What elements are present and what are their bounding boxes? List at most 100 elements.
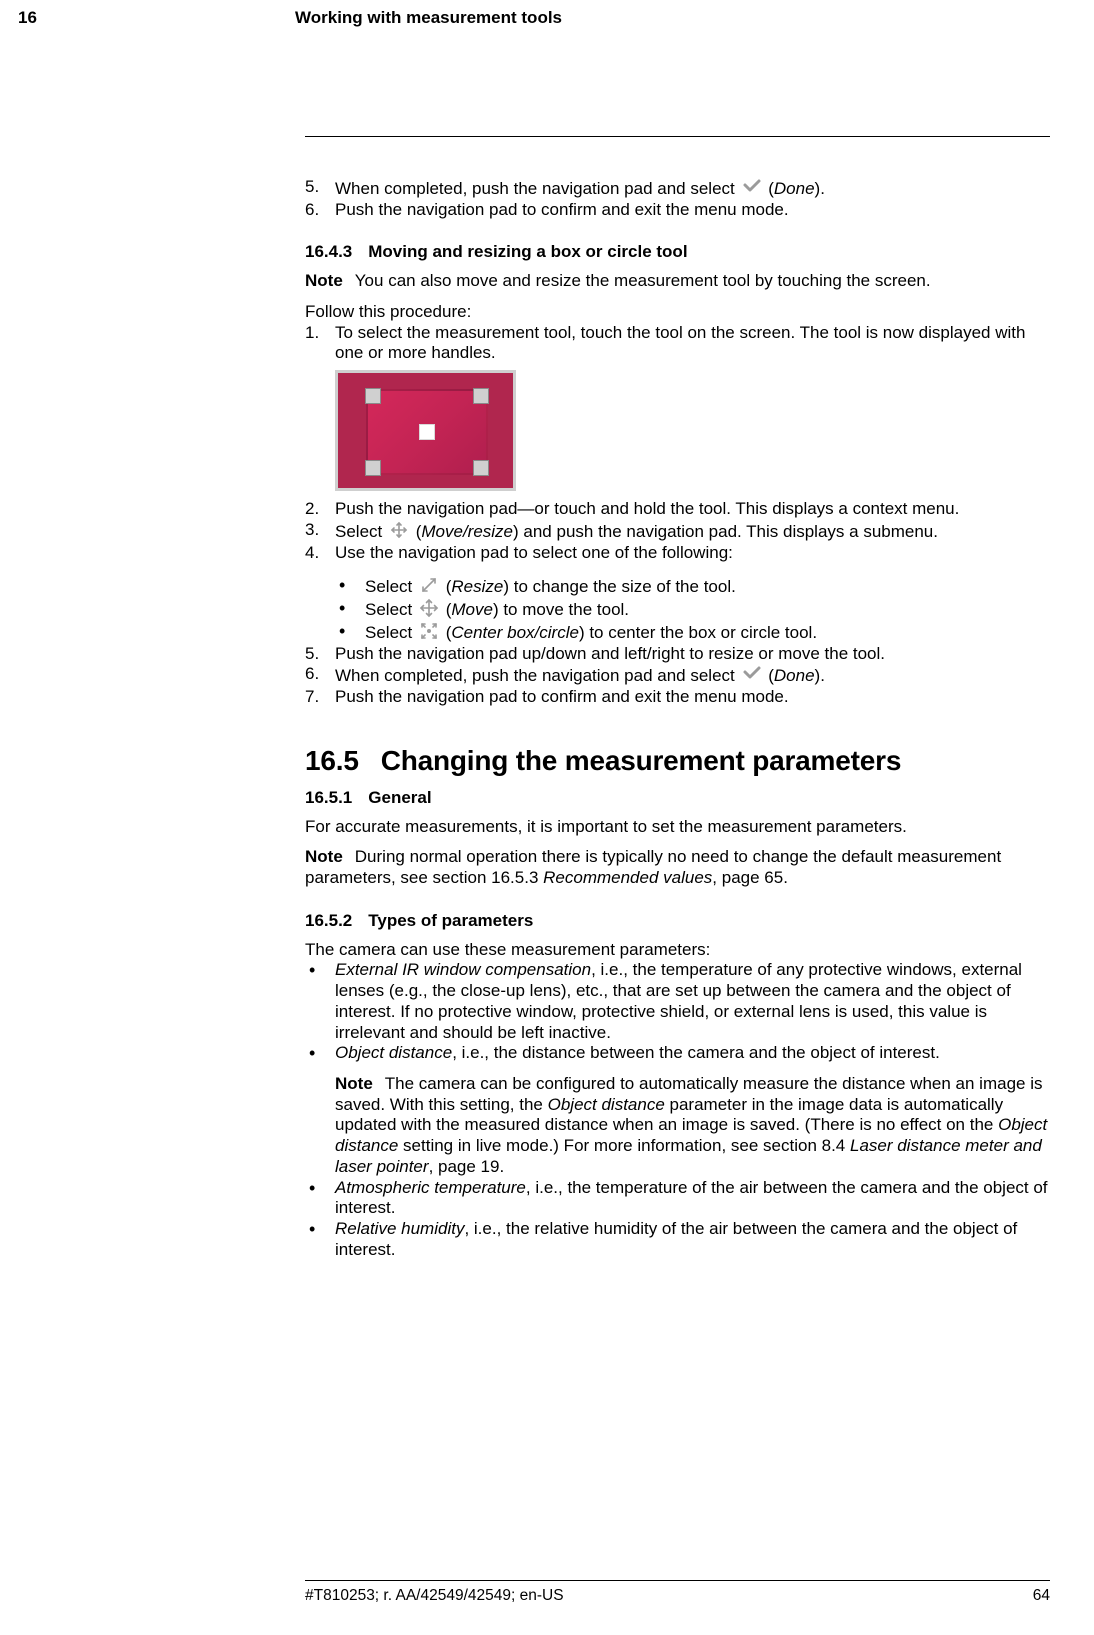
paren-open: (	[411, 522, 421, 541]
note-label: Note	[305, 271, 343, 290]
object-distance-note: NoteThe camera can be configured to auto…	[335, 1074, 1050, 1178]
step-number: 6.	[305, 200, 331, 221]
step-text: Push the navigation pad—or touch and hol…	[335, 499, 959, 518]
od-name: Object distance	[548, 1095, 665, 1114]
procedure-continuation: 5. When completed, push the navigation p…	[305, 177, 1050, 220]
step-4: 4. Use the navigation pad to select one …	[305, 543, 1050, 644]
doc-id: #T810253; r. AA/42549/42549; en-US	[305, 1587, 564, 1605]
section-title: Changing the measurement parameters	[381, 745, 902, 776]
recommended-values: Recommended values	[543, 868, 712, 887]
center-icon	[419, 621, 439, 641]
param-external-ir: External IR window compensation, i.e., t…	[305, 960, 1050, 1043]
subsection-number: 16.5.2	[305, 911, 352, 930]
subsection-title: General	[368, 788, 431, 807]
handle-center	[419, 424, 435, 440]
opt-post: ) to change the size of the tool.	[503, 577, 735, 596]
step-7: 7. Push the navigation pad to confirm an…	[305, 687, 1050, 708]
option-center: Select (Center box/circle) to center the…	[335, 621, 1050, 644]
paren-open: (	[441, 623, 451, 642]
params-intro: The camera can use these measurement par…	[305, 940, 1050, 961]
measurement-box-figure	[335, 370, 516, 491]
option-move: Select (Move) to move the tool.	[335, 598, 1050, 621]
note-label: Note	[305, 847, 343, 866]
move-resize-icon	[389, 520, 409, 540]
checkmark-down-icon	[742, 177, 762, 197]
move-label: Move	[451, 600, 493, 619]
step-number: 3.	[305, 520, 331, 541]
subsection-number: 16.4.3	[305, 242, 352, 261]
handle-bottom-right	[473, 460, 489, 476]
param-object-distance: Object distance, i.e., the distance betw…	[305, 1043, 1050, 1177]
checkmark-down-icon	[742, 664, 762, 684]
follow-procedure: Follow this procedure:	[305, 302, 1050, 323]
step-2: 2. Push the navigation pad—or touch and …	[305, 499, 1050, 520]
step-6b: 6. When completed, push the navigation p…	[305, 664, 1050, 687]
move-resize-label: Move/resize	[421, 522, 513, 541]
paren-close: ).	[815, 179, 825, 198]
step-3: 3. Select (Move/resize) and push the nav…	[305, 520, 1050, 543]
subsection-title: Types of parameters	[368, 911, 533, 930]
figure-inner-box	[366, 389, 488, 475]
step-text: Push the navigation pad up/down and left…	[335, 644, 885, 663]
param-atmospheric-temp: Atmospheric temperature, i.e., the tempe…	[305, 1178, 1050, 1219]
subsection-16-4-3: 16.4.3 Moving and resizing a box or circl…	[305, 242, 1050, 263]
handle-bottom-left	[365, 460, 381, 476]
footer-rule	[305, 1580, 1050, 1581]
opt-pre: Select	[365, 600, 417, 619]
done-label: Done	[774, 179, 815, 198]
subsection-title: Moving and resizing a box or circle tool	[368, 242, 687, 261]
resize-arrow-icon	[419, 575, 439, 595]
paren-open: (	[441, 577, 451, 596]
paren-open: (	[764, 666, 774, 685]
param-name: External IR window compensation	[335, 960, 591, 979]
opt-pre: Select	[365, 623, 417, 642]
step-text: To select the measurement tool, touch th…	[335, 323, 1025, 363]
step-1: 1. To select the measurement tool, touch…	[305, 323, 1050, 491]
step-number: 1.	[305, 323, 331, 344]
param-desc: , i.e., the distance between the camera …	[452, 1043, 940, 1062]
step-text: Use the navigation pad to select one of …	[335, 543, 733, 562]
note-label: Note	[335, 1074, 373, 1093]
param-relative-humidity: Relative humidity, i.e., the relative hu…	[305, 1219, 1050, 1260]
step-number: 5.	[305, 644, 331, 665]
param-name: Relative humidity	[335, 1219, 464, 1238]
move-arrows-icon	[419, 598, 439, 618]
param-name: Object distance	[335, 1043, 452, 1062]
paren-close: ).	[815, 666, 825, 685]
note-e: setting in live mode.) For more informat…	[398, 1136, 850, 1155]
top-rule	[305, 136, 1050, 137]
subsection-16-5-1: 16.5.1 General	[305, 788, 1050, 809]
subsection-number: 16.5.1	[305, 788, 352, 807]
step-text-pre: Select	[335, 522, 387, 541]
note-g: , page 19.	[429, 1157, 505, 1176]
general-text: For accurate measurements, it is importa…	[305, 817, 1050, 838]
opt-post: ) to center the box or circle tool.	[579, 623, 817, 642]
page-footer: #T810253; r. AA/42549/42549; en-US 64	[305, 1580, 1050, 1605]
step-6: 6. Push the navigation pad to confirm an…	[305, 200, 1050, 221]
resize-label: Resize	[451, 577, 503, 596]
sub-options: Select (Resize) to change the size of th…	[335, 575, 1050, 643]
opt-pre: Select	[365, 577, 417, 596]
opt-post: ) to move the tool.	[493, 600, 629, 619]
note-part-c: , page 65.	[712, 868, 788, 887]
option-resize: Select (Resize) to change the size of th…	[335, 575, 1050, 598]
section-number: 16.5	[305, 745, 359, 776]
procedure-list: 1. To select the measurement tool, touch…	[305, 323, 1050, 708]
step-text-post: ) and push the navigation pad. This disp…	[513, 522, 938, 541]
section-16-5-heading: 16.5 Changing the measurement parameters	[305, 744, 1050, 778]
step-text: Push the navigation pad to confirm and e…	[335, 200, 789, 219]
step-5b: 5. Push the navigation pad up/down and l…	[305, 644, 1050, 665]
page-number: 64	[1033, 1587, 1050, 1605]
param-name: Atmospheric temperature	[335, 1178, 526, 1197]
step-number: 4.	[305, 543, 331, 564]
note-line: NoteYou can also move and resize the mea…	[305, 271, 1050, 292]
parameter-list: External IR window compensation , i.e., t…	[305, 960, 1050, 1260]
step-text: Push the navigation pad to confirm and e…	[335, 687, 789, 706]
done-label: Done	[774, 666, 815, 685]
paren-open: (	[441, 600, 451, 619]
subsection-16-5-2: 16.5.2 Types of parameters	[305, 911, 1050, 932]
handle-top-left	[365, 388, 381, 404]
step-number: 2.	[305, 499, 331, 520]
step-number: 7.	[305, 687, 331, 708]
step-number: 5.	[305, 177, 331, 198]
